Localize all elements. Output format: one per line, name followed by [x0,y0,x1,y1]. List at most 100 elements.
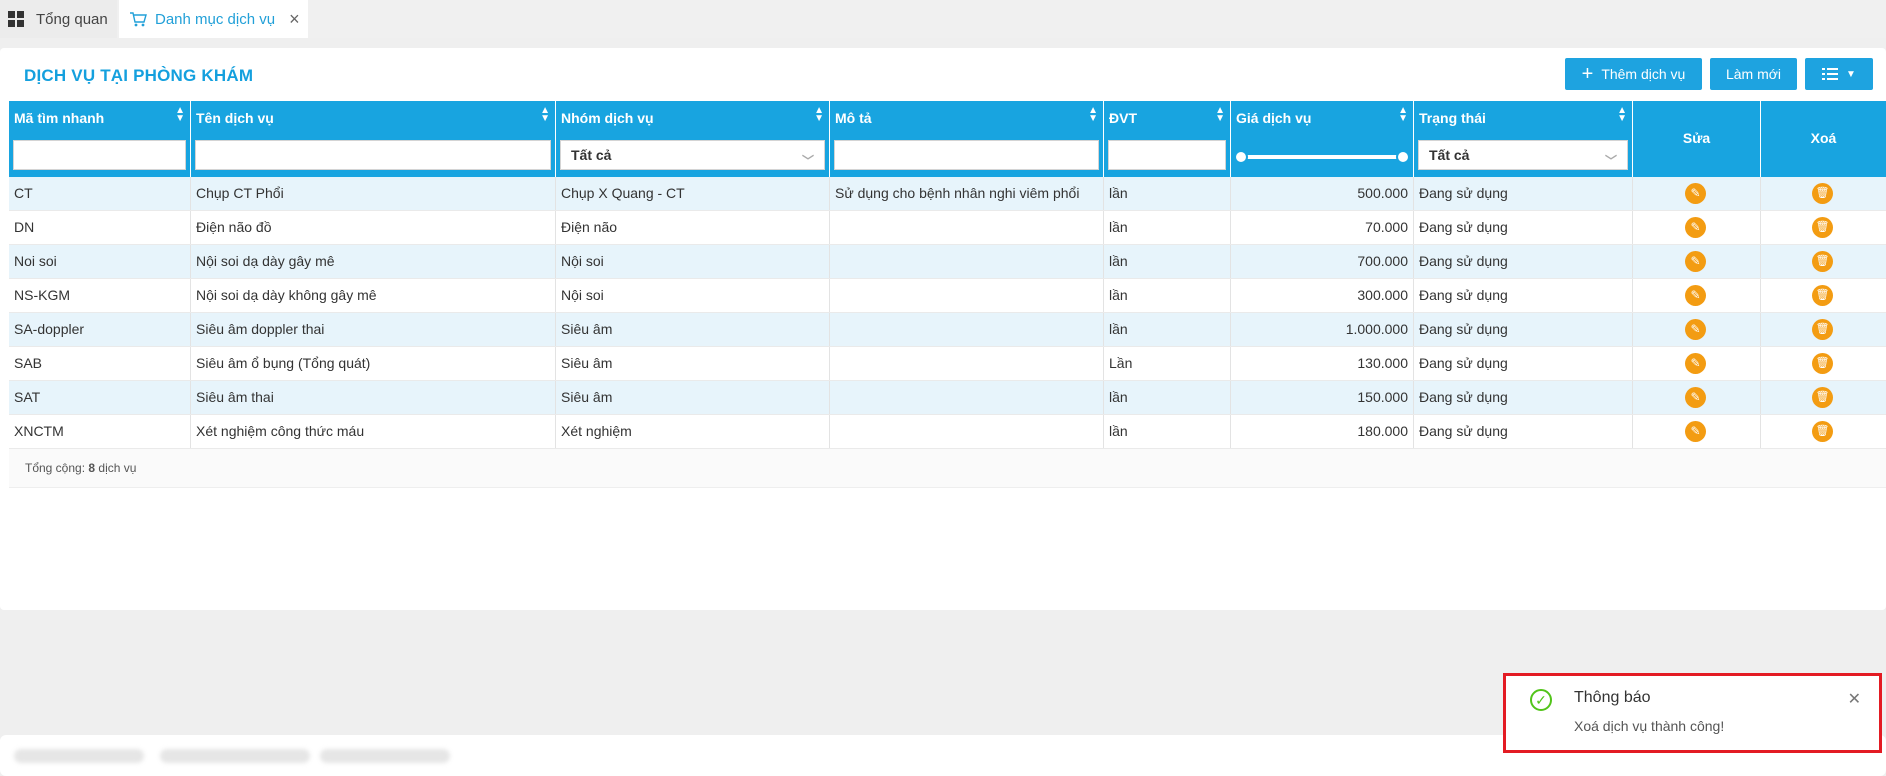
table-row[interactable]: Noi soi Nội soi dạ dày gây mê Nội soi lần 70… [9,245,1886,279]
refresh-button[interactable]: Làm mới [1710,58,1797,90]
chevron-down-icon: ﹀ [801,154,814,168]
notification-toast: ✓ Thông báo Xoá dịch vụ thành công! ✕ [1503,673,1882,753]
cell-edit: ✎ [1633,211,1761,244]
trash-icon[interactable]: 🗑 [1812,285,1833,306]
trash-icon[interactable]: 🗑 [1812,421,1833,442]
cell-status: Đang sử dụng [1414,313,1633,346]
cart-icon [130,12,147,27]
trash-icon[interactable]: 🗑 [1812,353,1833,374]
cell-group: Chụp X Quang - CT [556,177,830,210]
column-settings-button[interactable]: ▼ [1805,58,1873,90]
caret-down-icon: ▼ [1846,68,1856,80]
edit-icon[interactable]: ✎ [1685,285,1706,306]
cell-status: Đang sử dụng [1414,415,1633,448]
table-row[interactable]: NS-KGM Nội soi dạ dày không gây mê Nội soi… [9,279,1886,313]
close-icon[interactable]: × [289,9,300,30]
table-body: CT Chụp CT Phổi Chụp X Quang - CT Sử dụng c… [9,177,1886,449]
check-circle-icon: ✓ [1530,689,1552,711]
trash-icon[interactable]: 🗑 [1812,217,1833,238]
table-row[interactable]: DN Điện não đồ Điện não lần 70.000 Đang sử dụ… [9,211,1886,245]
slider-min-handle[interactable] [1234,150,1248,164]
close-icon[interactable]: ✕ [1848,689,1861,709]
desc-filter-input[interactable] [834,140,1099,170]
table-row[interactable]: SA-doppler Siêu âm doppler thai Siêu âm lần… [9,313,1886,347]
edit-icon[interactable]: ✎ [1685,353,1706,374]
blurred-text [160,749,310,763]
sort-icon[interactable]: ▲ ▼ [1617,106,1627,124]
cell-name: Siêu âm thai [191,381,556,414]
cell-delete: 🗑 [1761,245,1886,278]
service-panel: DỊCH VỤ TẠI PHÒNG KHÁM + Thêm dịch vụ Là… [0,48,1886,610]
col-delete: Xoá [1761,101,1886,177]
cell-name: Siêu âm doppler thai [191,313,556,346]
table-row[interactable]: SAT Siêu âm thai Siêu âm lần 150.000 Đang sử … [9,381,1886,415]
cell-name: Điện não đồ [191,211,556,244]
add-service-button[interactable]: + Thêm dịch vụ [1565,58,1702,90]
cell-name: Chụp CT Phổi [191,177,556,210]
edit-icon[interactable]: ✎ [1685,217,1706,238]
blurred-text [320,749,450,763]
cell-delete: 🗑 [1761,313,1886,346]
col-group: Nhóm dịch vụ ▲ ▼ Tất cả ﹀ [556,101,830,177]
col-price: Giá dịch vụ ▲ ▼ [1231,101,1414,177]
cell-desc: Sử dụng cho bệnh nhân nghi viêm phổi [830,177,1104,210]
cell-unit: lần [1104,211,1231,244]
cell-edit: ✎ [1633,381,1761,414]
cell-delete: 🗑 [1761,381,1886,414]
trash-icon[interactable]: 🗑 [1812,183,1833,204]
cell-price: 300.000 [1231,279,1414,312]
sort-icon[interactable]: ▲ ▼ [1398,106,1408,124]
cell-unit: Lần [1104,347,1231,380]
col-unit-label: ĐVT [1109,110,1137,126]
cell-edit: ✎ [1633,245,1761,278]
col-delete-label: Xoá [1810,130,1837,146]
trash-icon[interactable]: 🗑 [1812,387,1833,408]
status-filter-select[interactable]: Tất cả ﹀ [1418,140,1628,170]
code-filter-input[interactable] [13,140,186,170]
cell-code: CT [9,177,191,210]
trash-icon[interactable]: 🗑 [1812,319,1833,340]
col-status: Trạng thái ▲ ▼ Tất cả ﹀ [1414,101,1633,177]
edit-icon[interactable]: ✎ [1685,387,1706,408]
cell-code: SAB [9,347,191,380]
table-header: Mã tìm nhanh ▲ ▼ Tên dịch vụ ▲ ▼ Nhóm dịch… [9,101,1886,177]
edit-icon[interactable]: ✎ [1685,183,1706,204]
sort-icon[interactable]: ▲ ▼ [540,106,550,124]
tab-service-catalog[interactable]: Danh mục dịch vụ × [119,0,308,38]
sort-icon[interactable]: ▲ ▼ [1088,106,1098,124]
price-range-slider[interactable] [1234,150,1410,164]
edit-icon[interactable]: ✎ [1685,421,1706,442]
table-row[interactable]: XNCTM Xét nghiệm công thức máu Xét nghiệm l… [9,415,1886,449]
cell-price: 180.000 [1231,415,1414,448]
group-filter-select[interactable]: Tất cả ﹀ [560,140,825,170]
cell-desc [830,245,1104,278]
name-filter-input[interactable] [195,140,551,170]
col-desc: Mô tả ▲ ▼ [830,101,1104,177]
cell-desc [830,381,1104,414]
col-code: Mã tìm nhanh ▲ ▼ [9,101,191,177]
tab-overview[interactable]: Tổng quan [0,0,117,38]
sort-icon[interactable]: ▲ ▼ [175,106,185,124]
plus-icon: + [1581,63,1594,85]
cell-delete: 🗑 [1761,347,1886,380]
toast-title: Thông báo [1574,689,1651,706]
edit-icon[interactable]: ✎ [1685,251,1706,272]
cell-code: SAT [9,381,191,414]
cell-edit: ✎ [1633,313,1761,346]
tab-bar: Tổng quan Danh mục dịch vụ × [0,0,1886,38]
edit-icon[interactable]: ✎ [1685,319,1706,340]
cell-status: Đang sử dụng [1414,381,1633,414]
table-row[interactable]: SAB Siêu âm ổ bụng (Tổng quát) Siêu âm Lần 1… [9,347,1886,381]
trash-icon[interactable]: 🗑 [1812,251,1833,272]
sort-icon[interactable]: ▲ ▼ [1215,106,1225,124]
cell-code: SA-doppler [9,313,191,346]
slider-max-handle[interactable] [1396,150,1410,164]
group-filter-value: Tất cả [571,147,612,163]
cell-group: Điện não [556,211,830,244]
cell-name: Nội soi dạ dày gây mê [191,245,556,278]
total-suffix: dịch vụ [98,461,137,475]
sort-icon[interactable]: ▲ ▼ [814,106,824,124]
table-row[interactable]: CT Chụp CT Phổi Chụp X Quang - CT Sử dụng c… [9,177,1886,211]
unit-filter-input[interactable] [1108,140,1226,170]
cell-edit: ✎ [1633,177,1761,210]
